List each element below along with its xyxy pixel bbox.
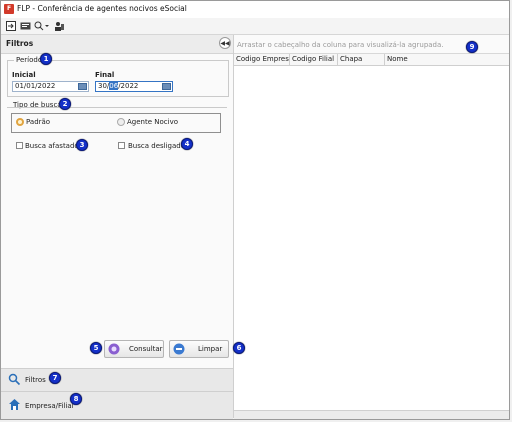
nav-item-filtros[interactable]: Filtros	[1, 368, 233, 391]
inicial-label: Inicial	[12, 71, 36, 79]
zoom-icon[interactable]	[33, 20, 49, 32]
final-date-day: 30/	[98, 82, 110, 90]
report-icon[interactable]	[19, 20, 31, 32]
callout-badge-1: 1	[40, 53, 52, 65]
results-grid: Arrastar o cabeçalho da coluna para visu…	[234, 35, 509, 418]
column-codigo-filial[interactable]: Codigo Filial	[290, 54, 338, 65]
filters-panel-title: Filtros	[6, 39, 34, 48]
tipo-busca-divider	[7, 107, 227, 108]
minus-icon	[173, 343, 185, 355]
consultar-icon	[108, 343, 120, 355]
calendar-icon[interactable]	[78, 83, 87, 90]
column-codigo-empresa[interactable]: Codigo Empresa	[234, 54, 290, 65]
users-icon[interactable]	[53, 20, 65, 32]
nav-item-empresa-filial[interactable]: Empresa/Filial	[1, 391, 233, 419]
collapse-panel-button[interactable]: ◀◀	[219, 37, 231, 49]
nav-filtros-label: Filtros	[25, 376, 46, 384]
title-bar: F FLP - Conferência de agentes nocivos e…	[1, 1, 509, 19]
inicial-date-value: 01/01/2022	[15, 82, 56, 90]
window-title: FLP - Conferência de agentes nocivos eSo…	[17, 4, 187, 13]
callout-badge-5: 5	[90, 342, 102, 354]
final-date-year: /2022	[118, 82, 139, 90]
busca-afastados-checkbox[interactable]	[16, 142, 23, 149]
filters-panel: Filtros ◀◀ Período Inicial 01/01/2022 Fi…	[1, 35, 234, 419]
radio-padrao[interactable]	[16, 118, 24, 126]
inicial-date-input[interactable]: 01/01/2022	[12, 81, 89, 92]
limpar-button[interactable]: Limpar	[169, 340, 229, 358]
callout-badge-3: 3	[76, 139, 88, 151]
callout-badge-9: 9	[466, 41, 478, 53]
final-label: Final	[95, 71, 115, 79]
column-chapa[interactable]: Chapa	[338, 54, 385, 65]
callout-badge-8: 8	[70, 393, 82, 405]
final-date-input[interactable]: 30/06/2022	[95, 81, 173, 92]
filters-panel-header: Filtros ◀◀	[1, 35, 233, 54]
home-icon	[9, 399, 20, 410]
radio-padrao-label[interactable]: Padrão	[26, 118, 50, 126]
callout-badge-4: 4	[181, 138, 193, 150]
final-date-month-selected: 06	[109, 82, 119, 90]
main-window: F FLP - Conferência de agentes nocivos e…	[0, 0, 510, 420]
radio-agente-nocivo[interactable]	[117, 118, 125, 126]
nav-empresa-filial-label: Empresa/Filial	[25, 402, 74, 410]
callout-badge-2: 2	[59, 98, 71, 110]
radio-agente-nocivo-label[interactable]: Agente Nocivo	[127, 118, 178, 126]
consultar-button[interactable]: Consultar	[104, 340, 164, 358]
busca-desligados-label[interactable]: Busca desligados	[128, 142, 189, 150]
flp-app-icon: F	[4, 4, 14, 14]
callout-badge-7: 7	[49, 372, 61, 384]
periodo-group: Período Inicial 01/01/2022 Final 30/06/2…	[7, 56, 229, 97]
calendar-icon[interactable]	[162, 83, 171, 90]
toolbar	[1, 18, 509, 35]
busca-desligados-checkbox[interactable]	[118, 142, 125, 149]
busca-afastados-label[interactable]: Busca afastados	[25, 142, 82, 150]
tipo-busca-options: Padrão Agente Nocivo	[11, 113, 221, 133]
exit-icon[interactable]	[5, 20, 17, 32]
consultar-label: Consultar	[129, 345, 163, 353]
column-nome[interactable]: Nome	[385, 54, 509, 65]
group-by-hint: Arrastar o cabeçalho da coluna para visu…	[237, 41, 444, 49]
search-icon	[8, 373, 21, 386]
callout-badge-6: 6	[233, 342, 245, 354]
limpar-label: Limpar	[198, 345, 223, 353]
grid-header: Codigo Empresa Codigo Filial Chapa Nome	[234, 54, 509, 66]
status-bar	[234, 410, 509, 419]
